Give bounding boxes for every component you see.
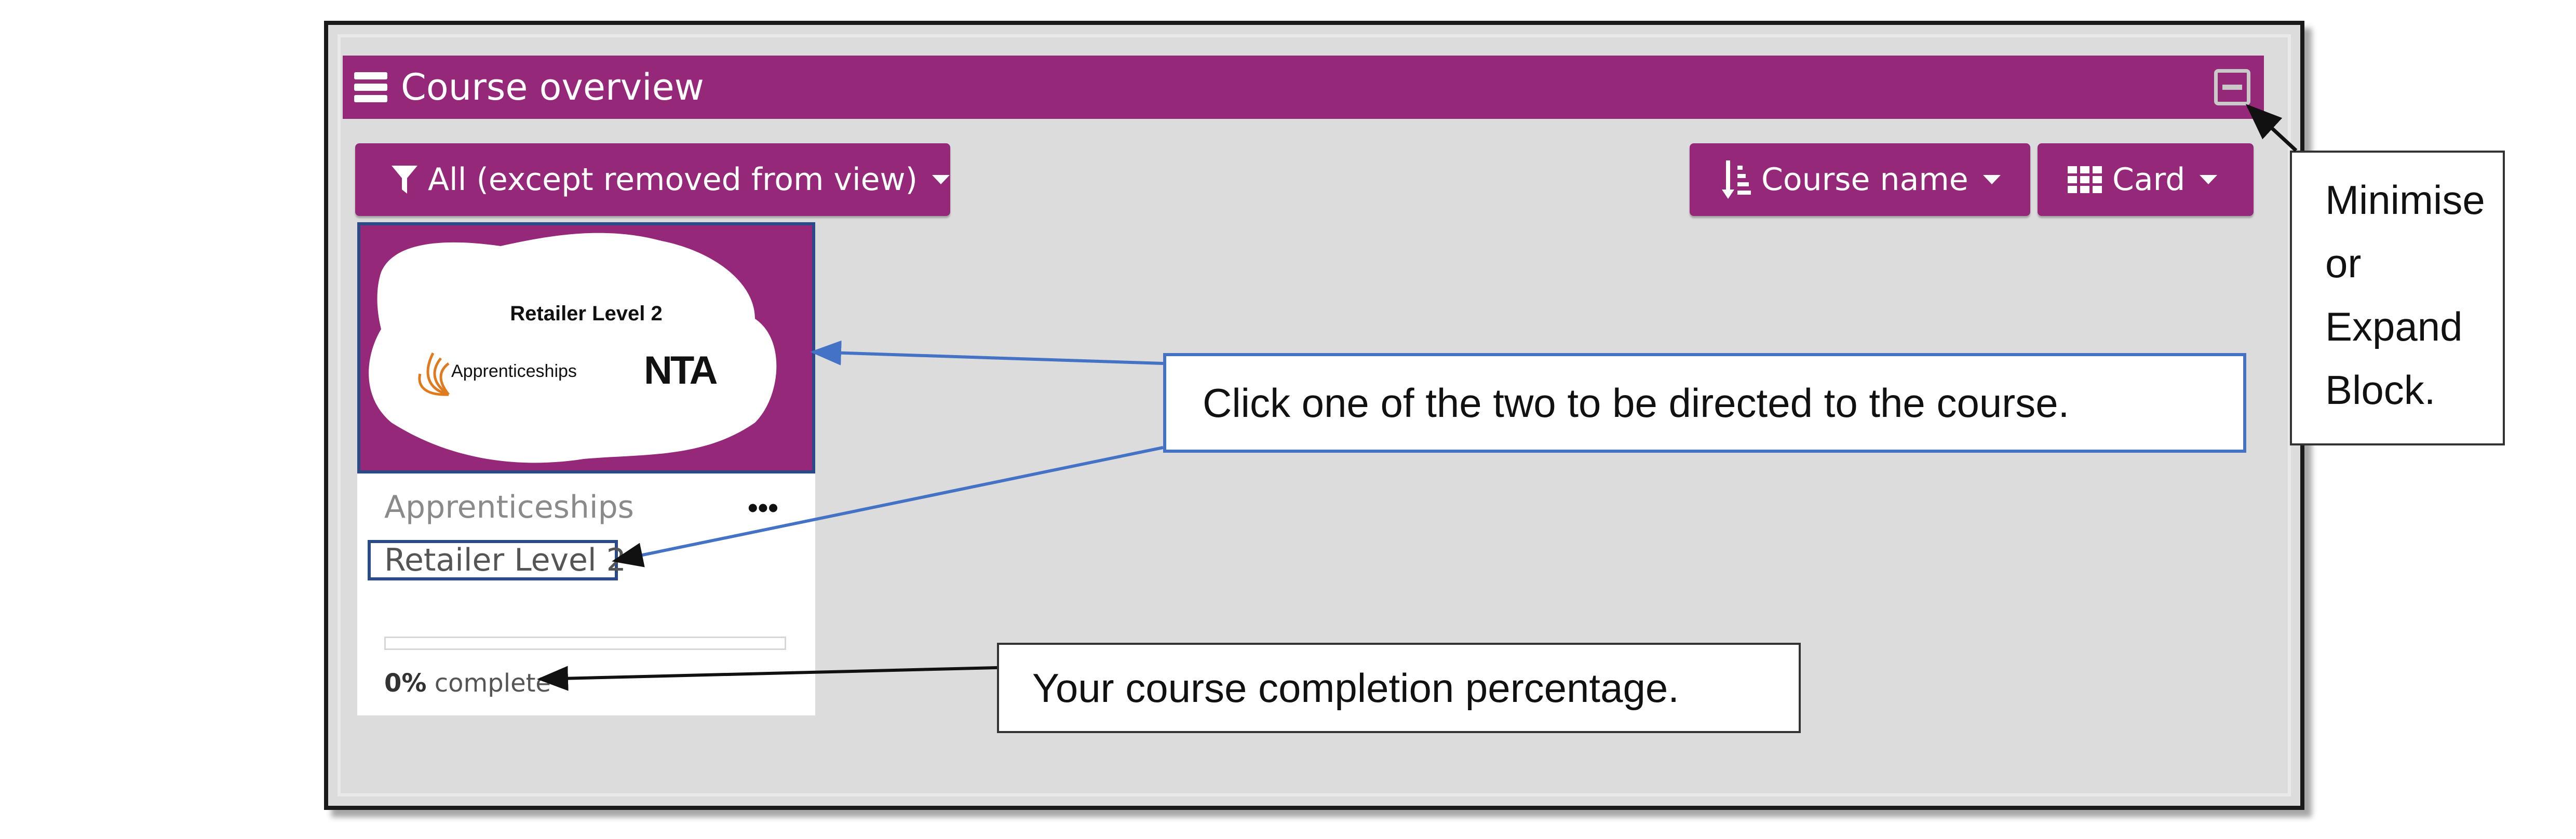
arrow-to-course-name — [612, 446, 1164, 567]
annotation-arrows — [537, 104, 2298, 691]
arrow-to-progress — [537, 666, 997, 691]
arrow-to-collapse — [2245, 104, 2298, 152]
arrow-to-course-image — [810, 340, 1164, 366]
